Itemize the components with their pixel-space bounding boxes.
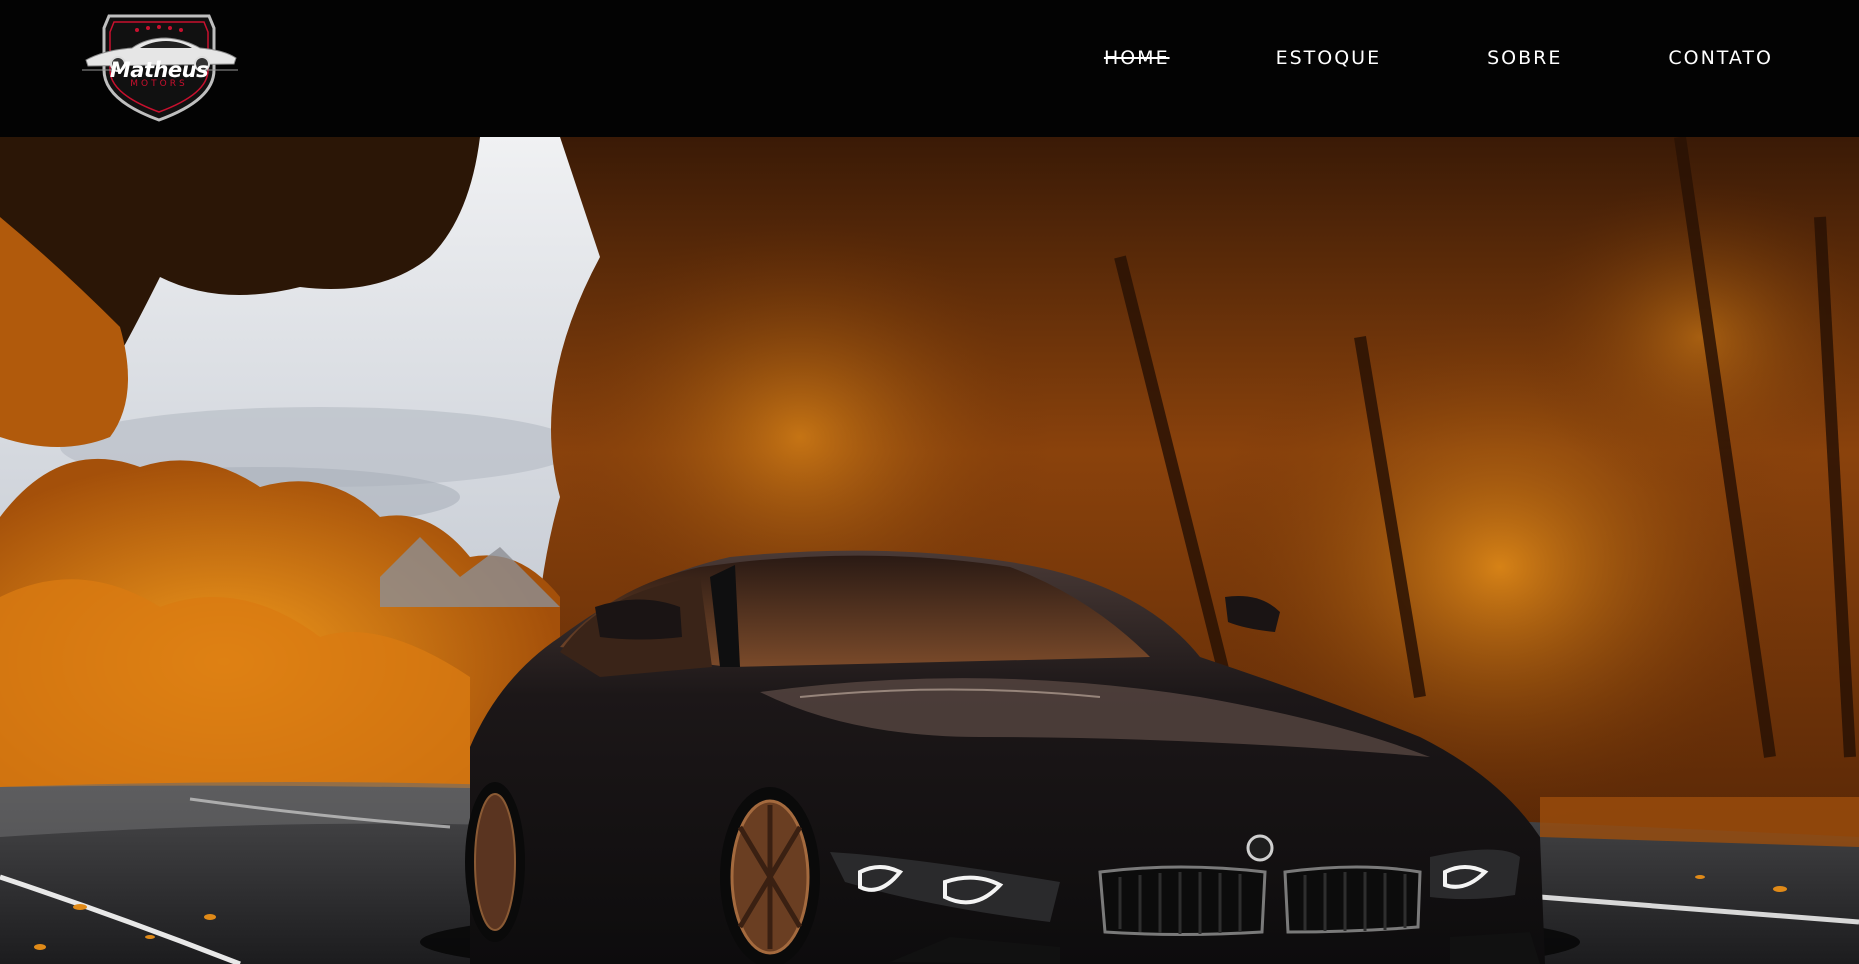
nav-home[interactable]: HOME [1104,44,1170,72]
hero-car-image [0,137,1859,964]
brand-logo[interactable]: Matheus MOTORS [74,8,244,126]
main-nav: HOME ESTOQUE SOBRE CONTATO [1104,44,1773,72]
nav-sobre[interactable]: SOBRE [1487,44,1562,72]
nav-estoque[interactable]: ESTOQUE [1276,44,1382,72]
hero-banner [0,137,1859,964]
nav-contato[interactable]: CONTATO [1668,44,1773,72]
logo-subtitle: MOTORS [130,79,188,89]
site-header: Matheus MOTORS HOME ESTOQUE SOBRE CONTAT… [0,0,1859,137]
